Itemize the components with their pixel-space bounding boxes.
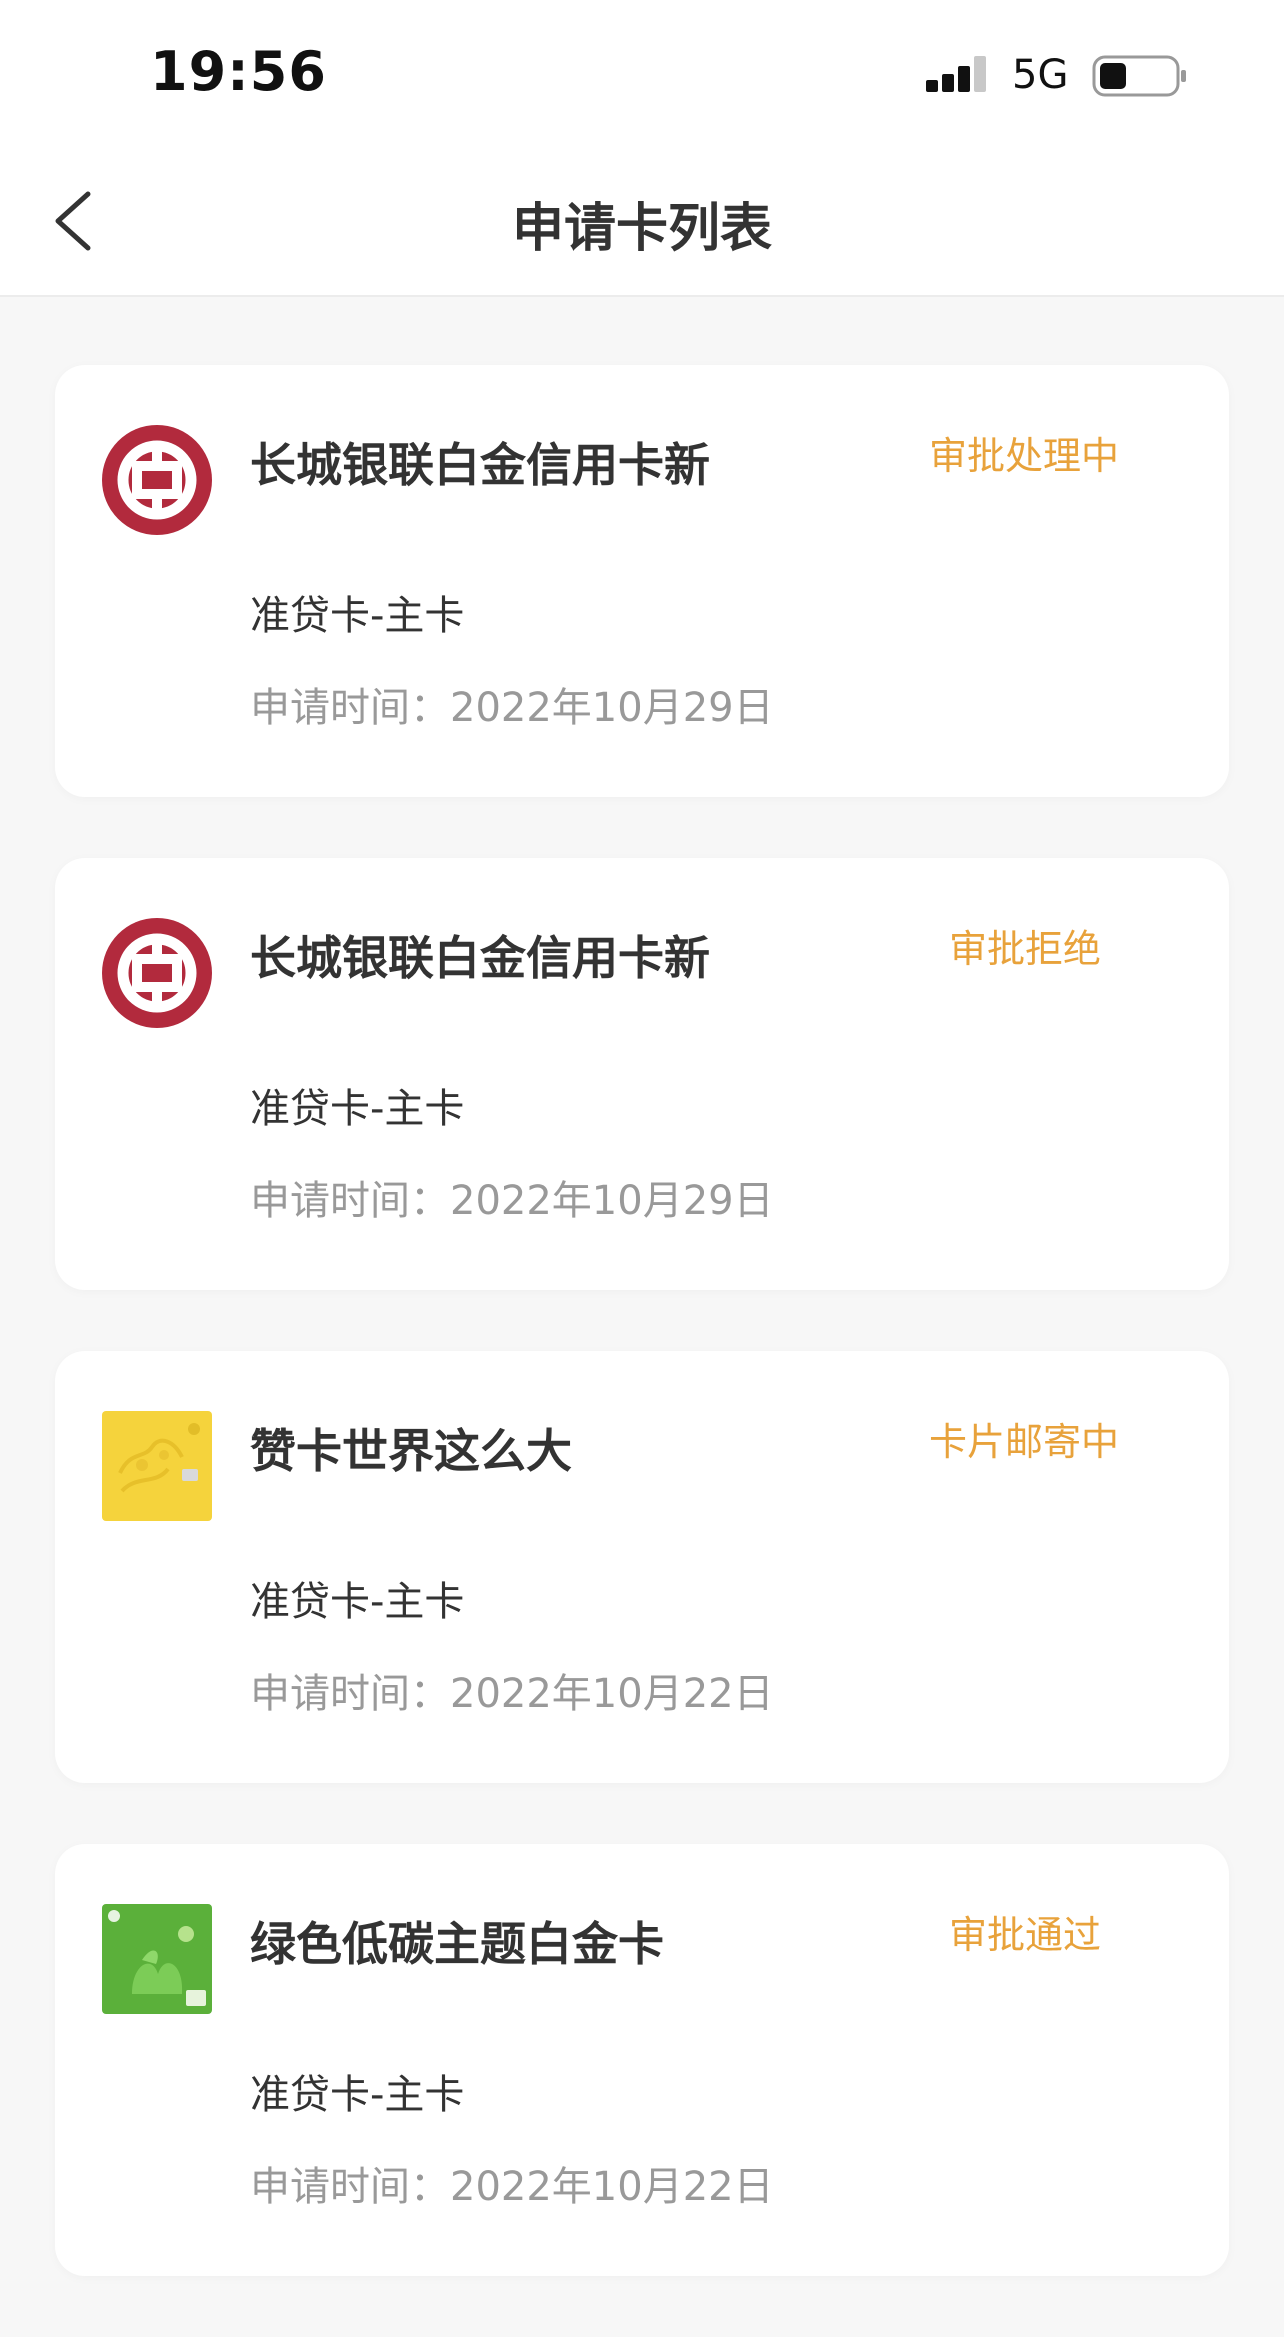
card-application-item[interactable]: 长城银联白金信用卡新 审批拒绝 准贷卡-主卡 申请时间：2022年10月29日: [55, 858, 1229, 1290]
date-value: 2022年10月22日: [450, 1671, 774, 1717]
date-label: 申请时间：: [250, 2164, 450, 2210]
date-value: 2022年10月29日: [450, 685, 774, 731]
card-application-item[interactable]: 赞卡世界这么大 卡片邮寄中 准贷卡-主卡 申请时间：2022年10月22日: [55, 1351, 1229, 1783]
application-status: 审批拒绝: [948, 927, 1101, 971]
card-title: 长城银联白金信用卡新: [250, 931, 710, 985]
application-status: 卡片邮寄中: [928, 1420, 1119, 1464]
application-date: 申请时间：2022年10月29日: [250, 675, 774, 733]
signal-strength-icon: [926, 56, 986, 92]
date-value: 2022年10月29日: [450, 1178, 774, 1224]
boc-logo-icon: [102, 425, 212, 535]
card-title: 赞卡世界这么大: [250, 1424, 572, 1478]
card-application-item[interactable]: 绿色低碳主题白金卡 审批通过 准贷卡-主卡 申请时间：2022年10月22日: [55, 1844, 1229, 2276]
application-date: 申请时间：2022年10月22日: [250, 2154, 774, 2212]
card-type: 准贷卡-主卡: [250, 1579, 465, 1625]
application-status: 审批通过: [948, 1913, 1101, 1957]
network-type-label: 5G: [1012, 52, 1069, 98]
yellow-card-icon: [102, 1411, 212, 1521]
card-title: 长城银联白金信用卡新: [250, 438, 710, 492]
application-date: 申请时间：2022年10月29日: [250, 1168, 774, 1226]
status-time: 19:56: [150, 40, 327, 103]
battery-icon: [1092, 55, 1186, 97]
status-bar: 19:56 5G: [0, 0, 1284, 150]
boc-logo-icon: [102, 918, 212, 1028]
card-title: 绿色低碳主题白金卡: [250, 1917, 664, 1971]
date-label: 申请时间：: [250, 1671, 450, 1717]
navigation-bar: 申请卡列表: [0, 150, 1284, 297]
card-type: 准贷卡-主卡: [250, 2072, 465, 2118]
application-date: 申请时间：2022年10月22日: [250, 1661, 774, 1719]
card-type: 准贷卡-主卡: [250, 1086, 465, 1132]
date-label: 申请时间：: [250, 1178, 450, 1224]
application-status: 审批处理中: [928, 434, 1119, 478]
green-card-icon: [102, 1904, 212, 2014]
date-value: 2022年10月22日: [450, 2164, 774, 2210]
card-application-item[interactable]: 长城银联白金信用卡新 审批处理中 准贷卡-主卡 申请时间：2022年10月29日: [55, 365, 1229, 797]
page-title: 申请卡列表: [511, 199, 772, 259]
card-type: 准贷卡-主卡: [250, 593, 465, 639]
date-label: 申请时间：: [250, 685, 450, 731]
card-application-list: 长城银联白金信用卡新 审批处理中 准贷卡-主卡 申请时间：2022年10月29日…: [55, 365, 1229, 2337]
